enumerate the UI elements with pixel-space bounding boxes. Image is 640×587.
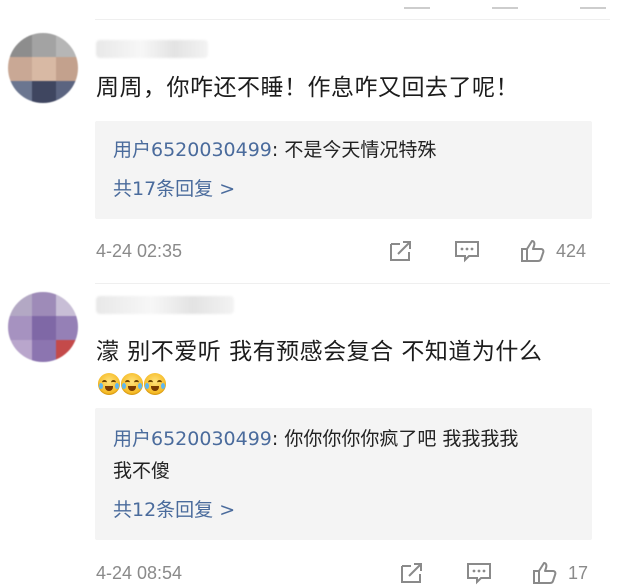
timestamp: 4-24 02:35	[96, 241, 183, 261]
comment-meta: 4-24 08:54 17	[96, 559, 596, 587]
username-redacted[interactable]	[96, 296, 234, 314]
like-count: 424	[556, 241, 587, 261]
reply-line: 用户6520030499: 你你你你你疯了吧 我我我我	[113, 426, 518, 452]
like-icon[interactable]	[520, 239, 546, 263]
comment-icon[interactable]	[466, 561, 492, 585]
emoji-row	[98, 373, 166, 395]
username-redacted[interactable]	[96, 40, 208, 58]
timestamp: 4-24 08:54	[96, 563, 183, 583]
comment-text: 濛 别不爱听 我有预感会复合 不知道为什么	[96, 339, 543, 365]
divider	[95, 19, 610, 20]
comment-icon[interactable]	[492, 0, 518, 9]
avatar[interactable]	[8, 33, 78, 103]
crying-laughing-emoji	[121, 373, 143, 395]
crying-laughing-emoji	[98, 373, 120, 395]
reply-line: 用户6520030499: 不是今天情况特殊	[113, 137, 436, 163]
like-icon[interactable]	[580, 0, 606, 9]
share-icon[interactable]	[404, 0, 430, 9]
reply-preview-box[interactable]: 用户6520030499: 你你你你你疯了吧 我我我我 我不傻 共12条回复 >	[95, 408, 592, 540]
share-icon[interactable]	[399, 561, 425, 585]
reply-text: 你你你你你疯了吧 我我我我	[284, 428, 519, 450]
reply-count-link[interactable]: 共17条回复 >	[113, 176, 235, 202]
reply-count-link[interactable]: 共12条回复 >	[113, 497, 235, 523]
like-count: 17	[568, 563, 589, 583]
reply-username[interactable]: 用户6520030499	[113, 139, 272, 161]
comment-icon[interactable]	[454, 239, 480, 263]
reply-text-continued: 我不傻	[113, 460, 171, 482]
reply-colon: :	[271, 139, 285, 161]
share-icon[interactable]	[388, 239, 414, 263]
reply-text: 不是今天情况特殊	[284, 139, 437, 161]
crying-laughing-emoji	[144, 373, 166, 395]
comment-meta: 4-24 02:35 424	[96, 237, 596, 265]
avatar[interactable]	[8, 292, 78, 362]
comment-text: 周周，你咋还不睡！作息咋又回去了呢！	[96, 75, 519, 101]
reply-colon: :	[271, 428, 285, 450]
reply-preview-box[interactable]: 用户6520030499: 不是今天情况特殊 共17条回复 >	[95, 121, 592, 219]
divider	[95, 283, 610, 284]
reply-username[interactable]: 用户6520030499	[113, 428, 272, 450]
like-icon[interactable]	[532, 561, 558, 585]
previous-comment-actions	[330, 0, 630, 12]
